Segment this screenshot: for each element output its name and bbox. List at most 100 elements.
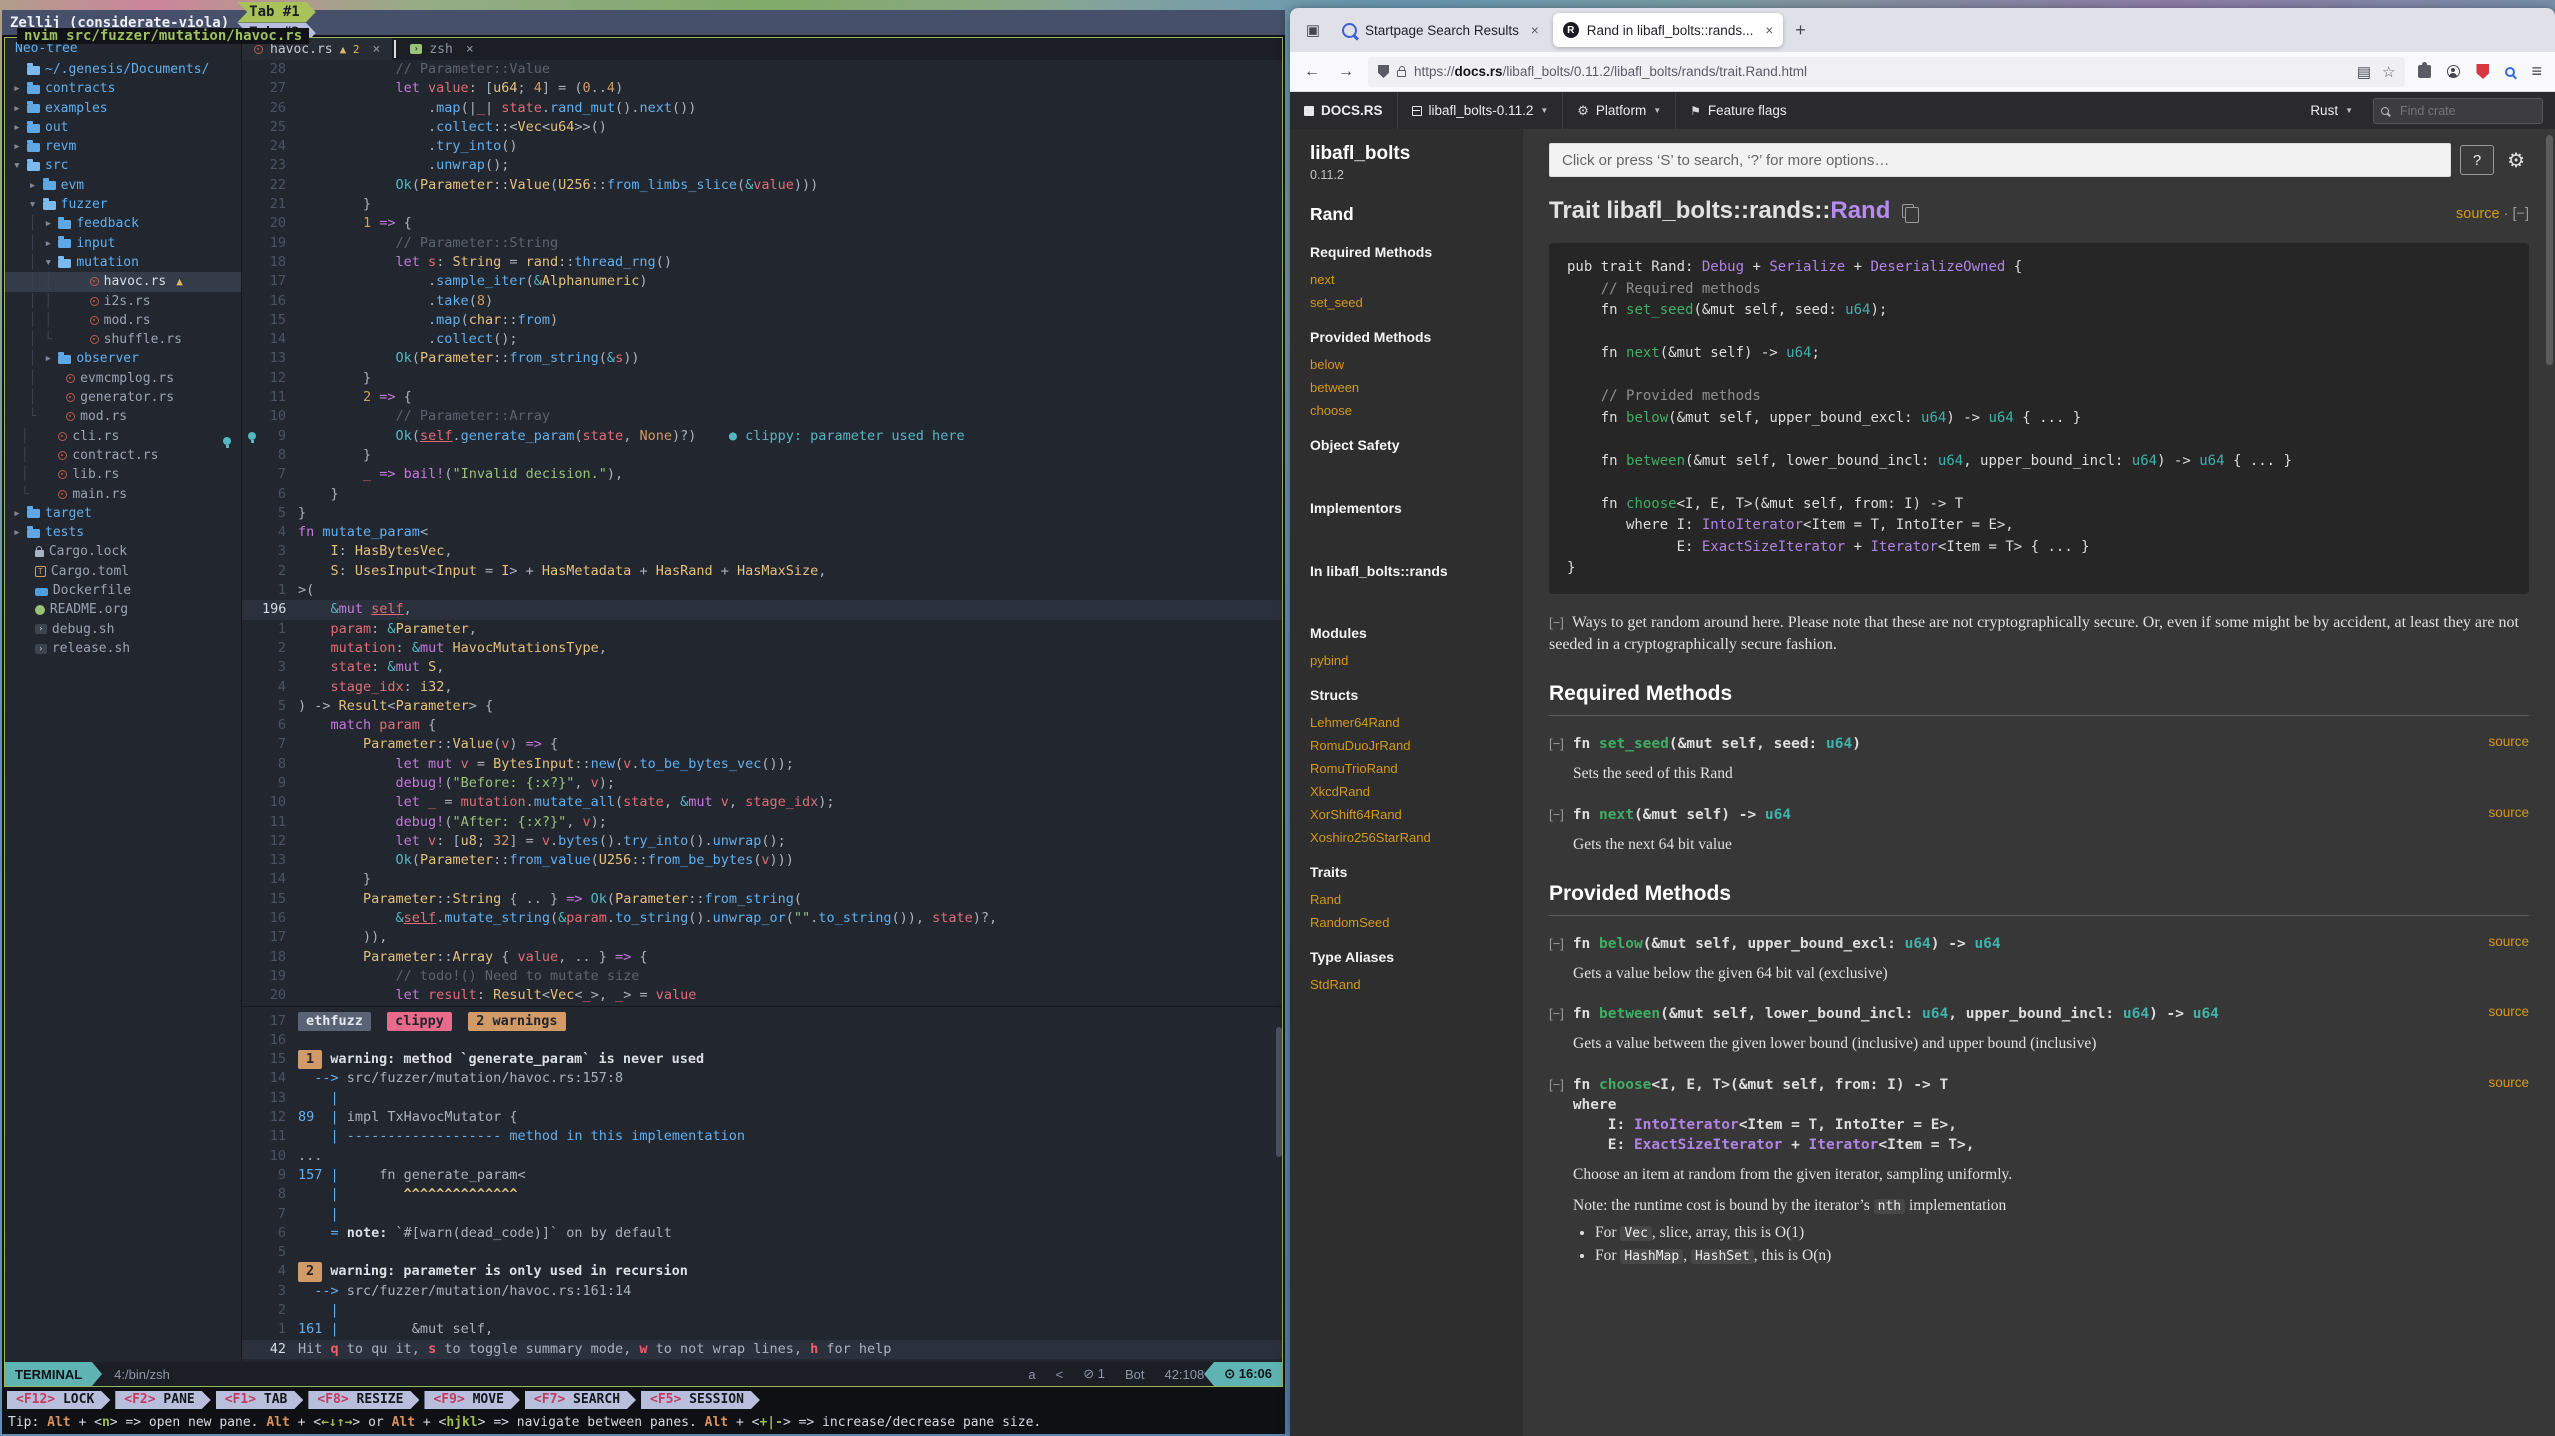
chevron-icon[interactable]: ▸: [13, 99, 27, 118]
back-button[interactable]: ←: [1300, 63, 1324, 81]
tree-item[interactable]: │ generator.rs: [5, 388, 241, 407]
sidebar-link[interactable]: XorShift64Rand: [1310, 807, 1509, 822]
chevron-icon[interactable]: ▸: [29, 176, 43, 195]
rustdoc-search-input[interactable]: [1549, 143, 2451, 177]
sidebar-link[interactable]: XkcdRand: [1310, 784, 1509, 799]
tree-item[interactable]: └ main.rs: [5, 485, 241, 504]
collapse-toggle[interactable]: [−]: [1549, 734, 1564, 754]
chevron-icon[interactable]: ▸: [13, 118, 27, 137]
source-link[interactable]: source: [2456, 206, 2500, 222]
sidebar-link[interactable]: below: [1310, 357, 1509, 372]
tree-item[interactable]: │ evmcmplog.rs: [5, 369, 241, 388]
bookmark-star-icon[interactable]: ☆: [2382, 63, 2395, 81]
rust-menu[interactable]: Rust▼: [2296, 92, 2367, 129]
tree-item[interactable]: │ lib.rs: [5, 465, 241, 484]
tree-item[interactable]: ›release.sh: [5, 639, 241, 658]
source-link[interactable]: source: [2488, 1004, 2529, 1019]
keybar-ribbon[interactable]: <F2> PANE: [115, 1391, 210, 1409]
new-tab-button[interactable]: +: [1787, 20, 1814, 41]
tree-item[interactable]: ▾src: [5, 156, 241, 175]
tree-item[interactable]: ›debug.sh: [5, 620, 241, 639]
url-text[interactable]: https://docs.rs/libafl_bolts/0.11.2/liba…: [1414, 64, 2346, 79]
lock-icon[interactable]: [1397, 70, 1406, 77]
tree-item[interactable]: Dockerfile: [5, 581, 241, 600]
tree-item[interactable]: Cargo.lock: [5, 542, 241, 561]
keybar-ribbon[interactable]: <F12> LOCK: [7, 1391, 110, 1409]
tree-item[interactable]: │ │ havoc.rs▲: [5, 272, 241, 291]
tree-item[interactable]: │ ▸feedback: [5, 214, 241, 233]
chevron-icon[interactable]: ▸: [13, 137, 27, 156]
chevron-icon[interactable]: ▾: [29, 195, 43, 214]
ublock-icon[interactable]: [2473, 64, 2492, 79]
browser-tab[interactable]: Startpage Search Results×: [1332, 13, 1549, 47]
docsrs-brand[interactable]: DOCS.RS: [1290, 92, 1398, 129]
tree-item[interactable]: │ ▾mutation: [5, 253, 241, 272]
zellij-tab[interactable]: Tab #1: [237, 2, 316, 23]
sidebar-section-heading[interactable]: Type Aliases: [1310, 948, 1509, 967]
forward-button[interactable]: →: [1334, 63, 1358, 81]
tree-item[interactable]: │ └ shuffle.rs: [5, 330, 241, 349]
startpage-ext-icon[interactable]: [2502, 67, 2518, 77]
sidebar-link[interactable]: Rand: [1310, 892, 1509, 907]
sidebar-section-heading[interactable]: Provided Methods: [1310, 328, 1509, 347]
collapse-toggle[interactable]: [−]: [1549, 934, 1564, 954]
feature-flags-link[interactable]: ⚑Feature flags: [1676, 92, 1801, 129]
close-icon[interactable]: ×: [1527, 23, 1539, 38]
keybar-ribbon[interactable]: <F9> MOVE: [424, 1391, 519, 1409]
tree-item[interactable]: │ ▸input: [5, 234, 241, 253]
browser-scrollbar-thumb[interactable]: [2546, 135, 2553, 365]
tree-item[interactable]: │ cli.rs: [5, 427, 241, 446]
sidebar-link[interactable]: pybind: [1310, 653, 1509, 668]
keybar-ribbon[interactable]: <F8> RESIZE: [308, 1391, 419, 1409]
settings-gear-icon[interactable]: ⚙: [2503, 148, 2529, 173]
tracking-shield-icon[interactable]: [1378, 65, 1389, 78]
menu-icon[interactable]: ≡: [2528, 61, 2545, 82]
tree-item[interactable]: ▾fuzzer: [5, 195, 241, 214]
chevron-icon[interactable]: ▸: [13, 523, 27, 542]
tree-item[interactable]: ~/.genesis/Documents/: [5, 60, 241, 79]
tree-item[interactable]: │ │ mod.rs: [5, 311, 241, 330]
tree-item[interactable]: │ ▸observer: [5, 349, 241, 368]
tree-item[interactable]: ▸examples: [5, 99, 241, 118]
chevron-icon[interactable]: ▸: [13, 79, 27, 98]
close-icon[interactable]: ×: [466, 42, 474, 57]
sidebar-section-heading[interactable]: Traits: [1310, 863, 1509, 882]
tree-item[interactable]: │ contract.rs: [5, 446, 241, 465]
tree-item[interactable]: ▸target: [5, 504, 241, 523]
editor-buffer[interactable]: 28 // Parameter::Value27 let value: [u64…: [242, 60, 1282, 1006]
sidebar-link[interactable]: RandomSeed: [1310, 915, 1509, 930]
window-separator[interactable]: [242, 1006, 1282, 1012]
sidebar-section-heading[interactable]: Object Safety: [1310, 436, 1509, 455]
keybar-ribbon[interactable]: <F5> SESSION: [641, 1391, 760, 1409]
buffer-tab[interactable]: ›zsh×: [398, 38, 485, 60]
sidebar-section-heading[interactable]: Structs: [1310, 686, 1509, 705]
sidebar-trait-name[interactable]: Rand: [1310, 204, 1509, 225]
tree-item[interactable]: └ mod.rs: [5, 407, 241, 426]
chevron-icon[interactable]: ▾: [13, 156, 27, 175]
chevron-icon[interactable]: ▸: [44, 214, 58, 233]
chevron-icon[interactable]: ▾: [44, 253, 58, 272]
copy-path-icon[interactable]: [1902, 204, 1914, 218]
sidebar-section-heading[interactable]: In libafl_bolts::rands: [1310, 562, 1509, 581]
sidebar-crate-name[interactable]: libafl_bolts: [1310, 143, 1509, 165]
chevron-icon[interactable]: ▸: [13, 504, 27, 523]
sidebar-link[interactable]: choose: [1310, 403, 1509, 418]
sidebar-section-heading[interactable]: Required Methods: [1310, 243, 1509, 262]
tree-item[interactable]: │ │ i2s.rs: [5, 292, 241, 311]
keybar-ribbon[interactable]: <F1> TAB: [216, 1391, 304, 1409]
terminal-buffer[interactable]: 17ethfuzz clippy 2 warnings16151 warning…: [242, 1012, 1282, 1359]
close-icon[interactable]: ×: [373, 42, 381, 57]
tree-item[interactable]: ▸revm: [5, 137, 241, 156]
tree-item[interactable]: ▸tests: [5, 523, 241, 542]
account-icon[interactable]: [2444, 65, 2463, 78]
sidebar-section-heading[interactable]: Modules: [1310, 624, 1509, 643]
collapse-toggle[interactable]: [−]: [1549, 1075, 1564, 1095]
collapse-toggle[interactable]: [−]: [1549, 615, 1564, 630]
url-bar[interactable]: https://docs.rs/libafl_bolts/0.11.2/liba…: [1368, 57, 2405, 87]
tree-item[interactable]: README.org: [5, 600, 241, 619]
extensions-icon[interactable]: [2415, 65, 2434, 78]
help-button[interactable]: ?: [2460, 145, 2494, 175]
sidebar-section-heading[interactable]: Implementors: [1310, 499, 1509, 518]
sidebar-link[interactable]: Xoshiro256StarRand: [1310, 830, 1509, 845]
firefox-view-icon[interactable]: ▣: [1298, 15, 1328, 45]
